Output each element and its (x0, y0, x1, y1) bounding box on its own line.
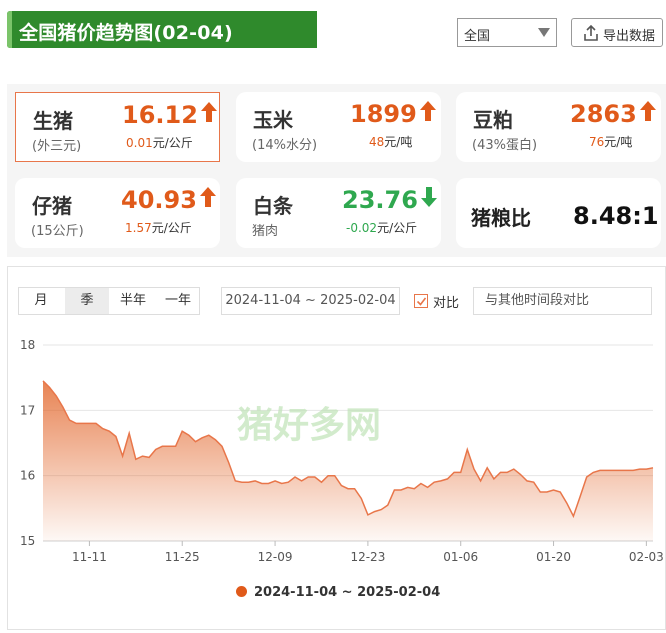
x-tick-label: 11-25 (165, 550, 200, 564)
price-cards-panel: 生猪 (外三元) 16.12 0.01元/公斤 玉米 (14%水分) 1899 … (7, 84, 666, 257)
card-pork-carcass[interactable]: 白条 猪肉 23.76 -0.02元/公斤 (236, 178, 441, 248)
card-sub: (14%水分) (252, 138, 318, 153)
arrow-up-icon (639, 101, 656, 121)
card-sub: (43%蛋白) (472, 138, 538, 153)
y-tick-label: 16 (20, 469, 35, 483)
card-price: 23.76 (342, 186, 438, 214)
card-name: 玉米 (253, 108, 293, 132)
card-change-unit: 元/公斤 (377, 221, 418, 235)
card-change-value: 0.01 (126, 136, 153, 150)
card-sub: (15公斤) (31, 224, 84, 239)
export-data-button[interactable]: 导出数据 (571, 18, 663, 47)
card-change-value: 48 (369, 135, 385, 149)
arrow-up-icon (199, 187, 216, 207)
export-data-label: 导出数据 (603, 29, 656, 44)
card-sub: (外三元) (32, 139, 82, 154)
card-change-unit: 元/公斤 (152, 136, 193, 150)
card-name: 仔猪 (32, 194, 72, 218)
ratio-label: 猪粮比 (471, 206, 531, 230)
region-select[interactable]: 全国 (457, 18, 557, 47)
card-name: 生猪 (33, 109, 73, 133)
x-tick-label: 02-03 (629, 550, 664, 564)
card-price-value: 1899 (350, 100, 417, 128)
card-change: 76元/吨 (589, 133, 632, 150)
y-tick-label: 17 (20, 403, 35, 417)
card-change: 48元/吨 (369, 133, 412, 150)
card-change-value: 76 (589, 135, 605, 149)
chevron-down-icon (538, 28, 550, 37)
x-tick-label: 01-06 (443, 550, 478, 564)
card-change-unit: 元/吨 (604, 135, 633, 149)
chart-title-bar: 全国猪价趋势图(02-04) (7, 11, 317, 48)
x-tick-label: 12-09 (258, 550, 293, 564)
card-price: 2863 (570, 100, 657, 128)
card-price: 1899 (350, 100, 437, 128)
card-name: 豆粕 (473, 108, 513, 132)
export-icon (584, 24, 598, 41)
card-hog-grain-ratio: 猪粮比 8.48:1 (456, 178, 661, 248)
card-price: 40.93 (121, 186, 217, 214)
card-price-value: 16.12 (122, 101, 198, 129)
card-change: 1.57元/公斤 (125, 219, 192, 236)
card-price-value: 23.76 (342, 186, 418, 214)
arrow-down-icon (420, 187, 437, 207)
card-piglet[interactable]: 仔猪 (15公斤) 40.93 1.57元/公斤 (15, 178, 220, 248)
card-price-value: 2863 (570, 100, 637, 128)
ratio-value: 8.48:1 (573, 202, 659, 230)
card-change: -0.02元/公斤 (346, 219, 417, 236)
price-chart: 猪好多网 15 16 17 18 11-11 11-25 12-09 12-23 01-06 0… (20, 338, 664, 564)
card-change: 0.01元/公斤 (126, 134, 193, 151)
card-sub: 猪肉 (252, 224, 279, 239)
page: 全国猪价趋势图(02-04) 全国 导出数据 生猪 (外三元) 16.12 0.… (0, 0, 666, 633)
card-change-value: -0.02 (346, 221, 378, 235)
chart-watermark: 猪好多网 (237, 405, 381, 446)
card-change-unit: 元/公斤 (151, 221, 192, 235)
x-tick-label: 01-20 (536, 550, 571, 564)
legend-marker (236, 586, 247, 597)
arrow-up-icon (419, 101, 436, 121)
card-change-unit: 元/吨 (384, 135, 413, 149)
chart-legend[interactable]: 2024-11-04 ~ 2025-02-04 (236, 585, 440, 600)
region-select-value: 全国 (464, 29, 491, 44)
x-tick-label: 12-23 (350, 550, 385, 564)
card-price: 16.12 (122, 101, 218, 129)
y-tick-label: 15 (20, 534, 35, 548)
page-title: 全国猪价趋势图(02-04) (19, 22, 233, 44)
card-soybean-meal[interactable]: 豆粕 (43%蛋白) 2863 76元/吨 (456, 92, 661, 162)
legend-label: 2024-11-04 ~ 2025-02-04 (254, 585, 441, 600)
chart-panel: 月 季 半年 一年 2024-11-04 ~ 2025-02-04 对比 与其他… (7, 266, 666, 630)
y-tick-label: 18 (20, 338, 35, 352)
card-price-value: 40.93 (121, 186, 197, 214)
y-axis: 15 16 17 18 (20, 338, 35, 548)
card-name: 白条 (253, 194, 293, 218)
x-tick-label: 11-11 (72, 550, 107, 564)
x-axis: 11-11 11-25 12-09 12-23 01-06 01-20 02-03 (72, 541, 664, 564)
card-corn[interactable]: 玉米 (14%水分) 1899 48元/吨 (236, 92, 441, 162)
arrow-up-icon (200, 102, 217, 122)
card-change-value: 1.57 (125, 221, 152, 235)
card-live-hog[interactable]: 生猪 (外三元) 16.12 0.01元/公斤 (15, 92, 220, 162)
